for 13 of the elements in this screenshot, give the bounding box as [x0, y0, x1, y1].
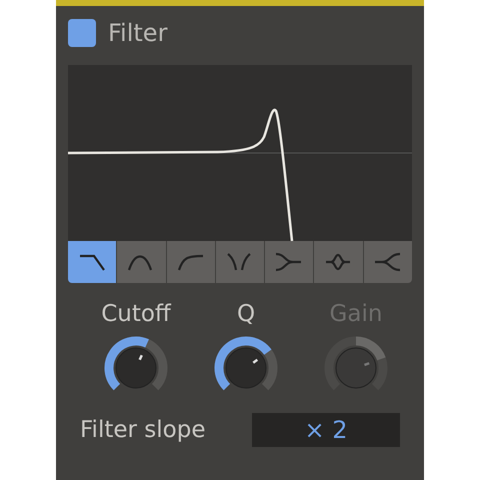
enable-checkbox[interactable]	[68, 19, 96, 47]
panel-title: Filter	[108, 19, 168, 47]
filter-type-button[interactable]	[117, 241, 166, 283]
slope-label: Filter slope	[80, 417, 206, 443]
knob-label: Q	[236, 301, 256, 327]
filter-type-button[interactable]	[68, 241, 116, 283]
filter-type-button[interactable]	[265, 241, 314, 283]
filter-type-button[interactable]	[216, 241, 264, 283]
knob-label: Cutoff	[101, 301, 171, 327]
slope-field[interactable]: × 2	[252, 413, 400, 447]
filter-type-button[interactable]	[314, 241, 363, 283]
filter-type-button[interactable]	[364, 241, 412, 283]
filter-type-button[interactable]	[166, 241, 215, 283]
